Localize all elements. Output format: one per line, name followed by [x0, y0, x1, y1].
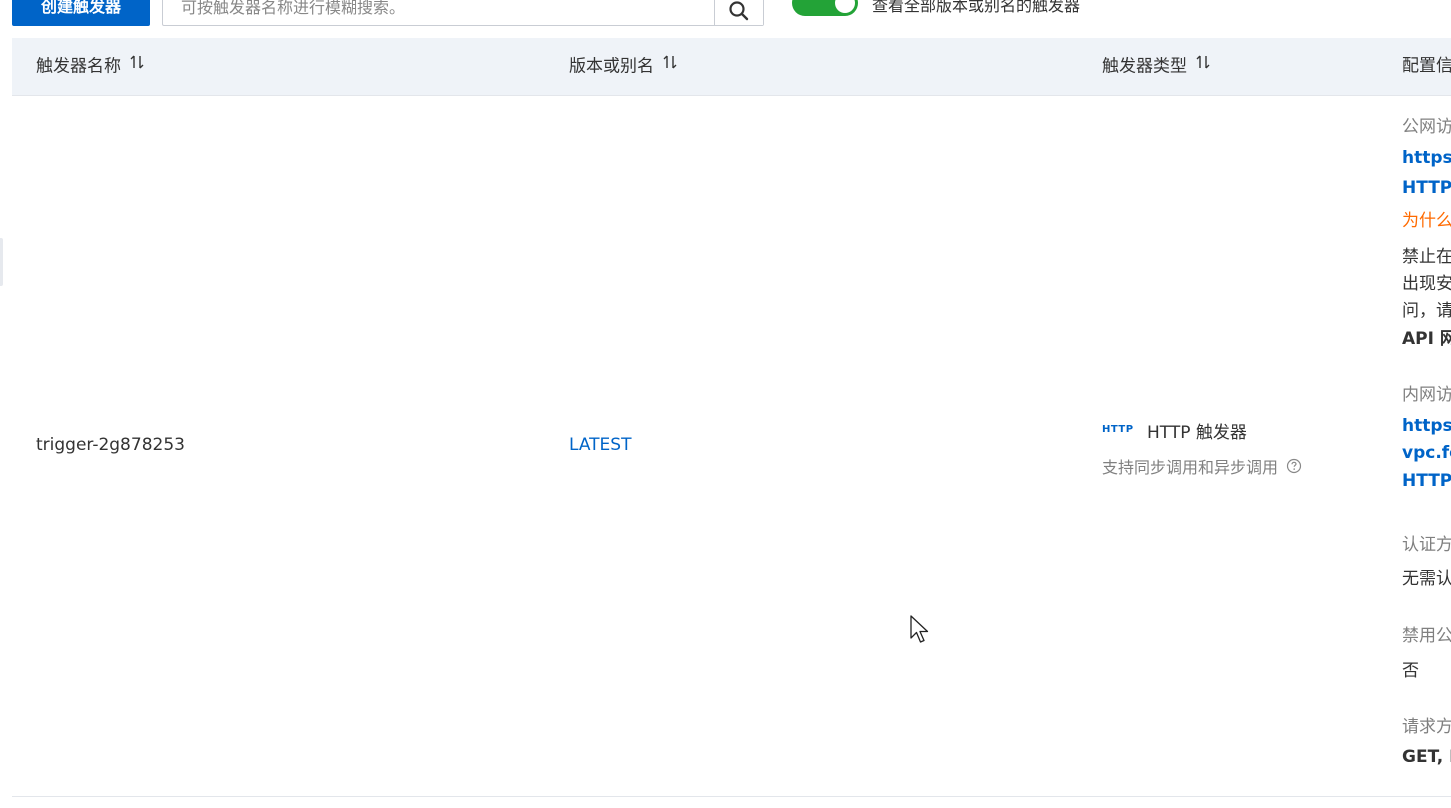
- column-header-version: 版本或别名: [569, 38, 678, 95]
- auth-value: 无需认: [1402, 569, 1451, 589]
- warning-line: API 网: [1402, 329, 1451, 349]
- table-row: trigger-2g878253 LATEST HTTP HTTP 触发器 支持…: [12, 96, 1451, 797]
- warning-line: 禁止在: [1402, 247, 1451, 267]
- trigger-type-desc: 支持同步调用和异步调用: [1102, 454, 1302, 479]
- search-icon: [729, 1, 749, 21]
- version-link[interactable]: LATEST: [569, 435, 631, 455]
- sort-icon[interactable]: [662, 37, 678, 94]
- disable-public-value: 否: [1402, 661, 1419, 681]
- trigger-type-name: HTTP 触发器: [1147, 423, 1247, 443]
- column-header-trigger-type: 触发器类型: [1102, 38, 1211, 95]
- toolbar: 创建触发器 查看全部版本或别名的触发器: [0, 0, 1451, 30]
- sort-icon[interactable]: [1195, 37, 1211, 94]
- column-label: 配置信: [1402, 56, 1451, 76]
- public-access-label: 公网访: [1402, 117, 1451, 137]
- public-https-link[interactable]: HTTPS: [1402, 178, 1451, 198]
- search-box: [162, 0, 764, 26]
- search-input[interactable]: [163, 0, 731, 25]
- trigger-name: trigger-2g878253: [36, 435, 185, 455]
- request-method-value: GET, P: [1402, 747, 1451, 767]
- auth-label: 认证方: [1402, 535, 1451, 555]
- column-header-config: 配置信: [1402, 38, 1451, 95]
- show-all-versions-toggle[interactable]: [792, 0, 858, 16]
- config-cell: 公网访 https:/ HTTPS 为什么 禁止在 出现安 问，请 API 网 …: [1402, 96, 1451, 796]
- request-method-label: 请求方: [1402, 717, 1451, 737]
- mouse-cursor-icon: [910, 615, 929, 643]
- warning-line: 出现安: [1402, 274, 1451, 294]
- collapse-handle[interactable]: [0, 238, 3, 286]
- column-label: 触发器类型: [1102, 56, 1187, 77]
- internal-url-link[interactable]: vpc.fc: [1402, 443, 1451, 463]
- search-button[interactable]: [714, 0, 763, 25]
- column-label: 触发器名称: [36, 56, 121, 77]
- help-circle-icon[interactable]: [1286, 458, 1302, 478]
- why-link[interactable]: 为什么: [1402, 206, 1451, 231]
- create-trigger-button[interactable]: 创建触发器: [12, 0, 150, 26]
- toggle-knob: [835, 0, 855, 13]
- warning-line: 问，请: [1402, 301, 1451, 321]
- column-header-trigger-name: 触发器名称: [36, 38, 145, 95]
- internal-url-link[interactable]: https:/: [1402, 416, 1451, 436]
- internal-https-link[interactable]: HTTPS: [1402, 471, 1451, 491]
- http-icon: HTTP: [1102, 424, 1134, 435]
- trigger-type-desc-text: 支持同步调用和异步调用: [1102, 458, 1279, 477]
- public-url-link[interactable]: https:/: [1402, 148, 1451, 168]
- toggle-label: 查看全部版本或别名的触发器: [872, 0, 1081, 15]
- sort-icon[interactable]: [129, 37, 145, 94]
- column-label: 版本或别名: [569, 56, 654, 77]
- disable-public-label: 禁用公: [1402, 626, 1451, 646]
- internal-access-label: 内网访: [1402, 385, 1451, 405]
- table-header: 触发器名称 版本或别名 触发器类型 配置信: [12, 38, 1451, 96]
